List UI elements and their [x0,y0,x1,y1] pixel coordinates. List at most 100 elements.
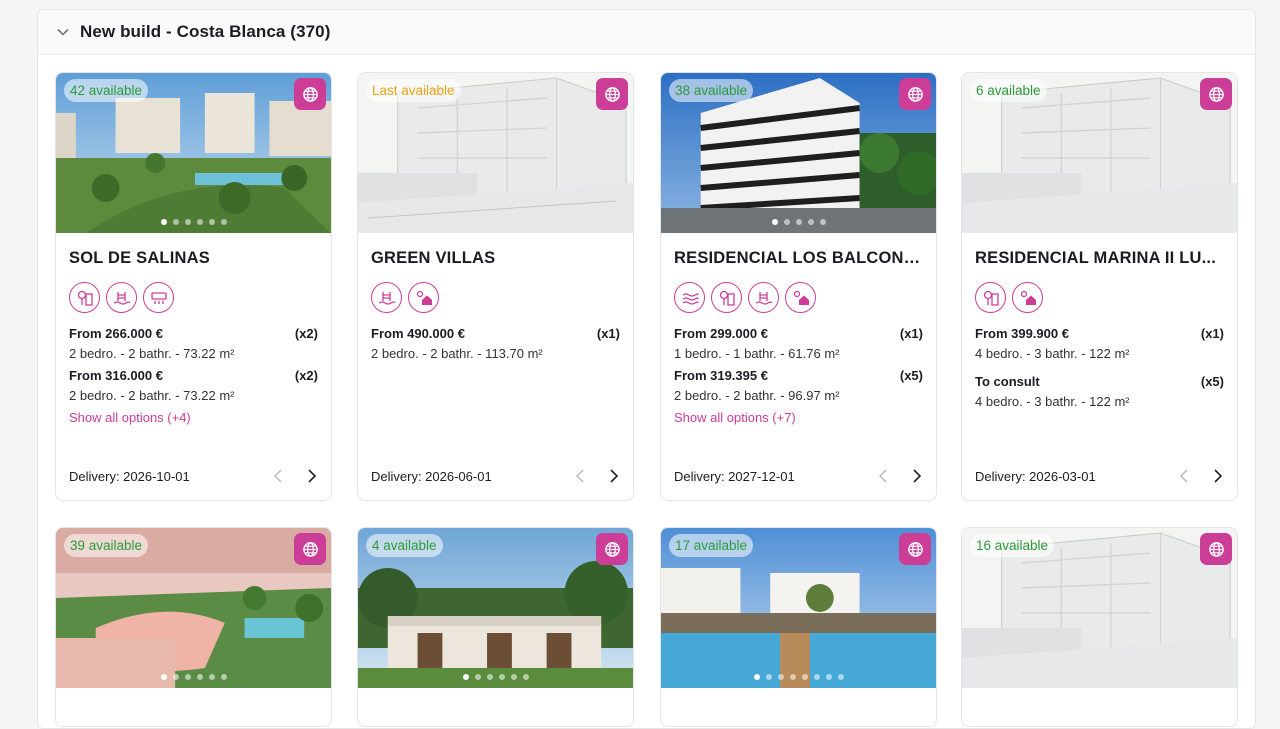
price-option: From 316.000 € (x2) 2 bedro. - 2 bathr. -… [69,368,318,403]
globe-icon [302,541,318,557]
property-card[interactable]: 6 available RESIDENCIAL MARINA II LU... … [961,72,1238,501]
carousel-dots[interactable] [56,674,331,680]
property-photo[interactable]: 38 available [661,73,936,233]
next-option-button[interactable] [306,468,318,484]
globe-icon [604,541,620,557]
amenities-list [975,282,1224,313]
amenities-list [674,282,923,313]
price-options: From 399.900 € (x1) 4 bedro. - 3 bathr. -… [975,326,1224,409]
property-card[interactable]: Last available GREEN VILLAS From 490.000… [357,72,634,501]
property-card[interactable]: 4 available [357,527,634,727]
next-option-button[interactable] [1212,468,1224,484]
globe-icon [907,86,923,102]
section-title: New build - Costa Blanca (370) [80,22,331,41]
property-name[interactable]: SOL DE SALINAS [69,249,318,268]
delivery-date: Delivery: 2026-10-01 [69,468,190,484]
option-price: From 266.000 € [69,326,163,341]
property-name[interactable]: GREEN VILLAS [371,249,620,268]
property-photo[interactable]: 39 available [56,528,331,688]
option-price: To consult [975,374,1040,389]
option-details: 2 bedro. - 2 bathr. - 73.22 m² [69,346,235,361]
garden-icon [711,282,742,313]
price-options: From 266.000 € (x2) 2 bedro. - 2 bathr. -… [69,326,318,425]
delivery-date: Delivery: 2027-12-01 [674,468,795,484]
option-price: From 319.395 € [674,368,768,383]
property-photo[interactable]: 4 available [358,528,633,688]
chevron-down-icon[interactable] [56,25,70,39]
price-options: From 299.000 € (x1) 1 bedro. - 1 bathr. -… [674,326,923,425]
price-option: From 319.395 € (x5) 2 bedro. - 2 bathr. -… [674,368,923,403]
carousel-dots[interactable] [661,674,936,680]
garden-icon [69,282,100,313]
show-all-options-link[interactable]: Show all options (+7) [674,410,923,425]
option-details: 4 bedro. - 3 bathr. - 122 m² [975,346,1130,361]
amenities-list [69,282,318,313]
air-conditioning-icon [143,282,174,313]
property-card[interactable]: 38 available RESIDENCIAL LOS BALCONE... … [660,72,937,501]
property-card[interactable]: 16 available [961,527,1238,727]
property-photo[interactable]: 16 available [962,528,1237,688]
property-card[interactable]: 39 available [55,527,332,727]
virtual-tour-button[interactable] [294,78,326,110]
globe-icon [907,541,923,557]
property-card[interactable]: 42 available SOL DE SALINAS From 266.000… [55,72,332,501]
show-all-options-link[interactable]: Show all options (+4) [69,410,318,425]
option-count: (x2) [294,326,318,341]
next-option-button[interactable] [608,468,620,484]
availability-badge: 17 available [669,534,754,557]
virtual-tour-button[interactable] [596,533,628,565]
virtual-tour-button[interactable] [1200,533,1232,565]
property-photo[interactable]: 6 available [962,73,1237,233]
next-option-button[interactable] [911,468,923,484]
option-count: (x1) [899,326,923,341]
prev-option-button[interactable] [877,468,889,484]
availability-badge: 39 available [64,534,149,557]
pool-icon [371,282,402,313]
option-details: 2 bedro. - 2 bathr. - 113.70 m² [371,346,543,361]
virtual-tour-button[interactable] [1200,78,1232,110]
option-price: From 399.900 € [975,326,1069,341]
availability-badge: 4 available [366,534,443,557]
pool-icon [748,282,779,313]
option-price: From 316.000 € [69,368,163,383]
virtual-tour-button[interactable] [899,533,931,565]
property-photo[interactable]: Last available [358,73,633,233]
option-count: (x5) [899,368,923,383]
globe-icon [1208,541,1224,557]
price-option: From 399.900 € (x1) 4 bedro. - 3 bathr. -… [975,326,1224,361]
availability-badge: 6 available [970,79,1047,102]
amenities-list [371,282,620,313]
virtual-tour-button[interactable] [294,533,326,565]
virtual-tour-button[interactable] [596,78,628,110]
property-photo[interactable]: 17 available [661,528,936,688]
option-price: From 490.000 € [371,326,465,341]
price-option: From 490.000 € (x1) 2 bedro. - 2 bathr. -… [371,326,620,361]
availability-badge: 42 available [64,79,149,102]
option-count: (x2) [294,368,318,383]
prev-option-button[interactable] [272,468,284,484]
globe-icon [1208,86,1224,102]
prev-option-button[interactable] [574,468,586,484]
solar-house-icon [785,282,816,313]
section-header[interactable]: New build - Costa Blanca (370) [38,10,1255,55]
property-photo[interactable]: 42 available [56,73,331,233]
carousel-dots[interactable] [661,219,936,225]
price-option: From 266.000 € (x2) 2 bedro. - 2 bathr. -… [69,326,318,361]
availability-badge: 16 available [970,534,1055,557]
prev-option-button[interactable] [1178,468,1190,484]
option-details: 2 bedro. - 2 bathr. - 73.22 m² [69,388,235,403]
option-count: (x5) [1200,374,1224,389]
property-name[interactable]: RESIDENCIAL LOS BALCONE... [674,249,923,268]
price-option: To consult (x5) 4 bedro. - 3 bathr. - 122… [975,374,1224,409]
property-card[interactable]: 17 available [660,527,937,727]
solar-house-icon [1012,282,1043,313]
option-details: 1 bedro. - 1 bathr. - 61.76 m² [674,346,840,361]
delivery-date: Delivery: 2026-03-01 [975,468,1096,484]
carousel-dots[interactable] [56,219,331,225]
price-options: From 490.000 € (x1) 2 bedro. - 2 bathr. -… [371,326,620,361]
property-name[interactable]: RESIDENCIAL MARINA II LU... [975,249,1224,268]
virtual-tour-button[interactable] [899,78,931,110]
carousel-dots[interactable] [358,674,633,680]
globe-icon [604,86,620,102]
availability-badge: 38 available [669,79,754,102]
